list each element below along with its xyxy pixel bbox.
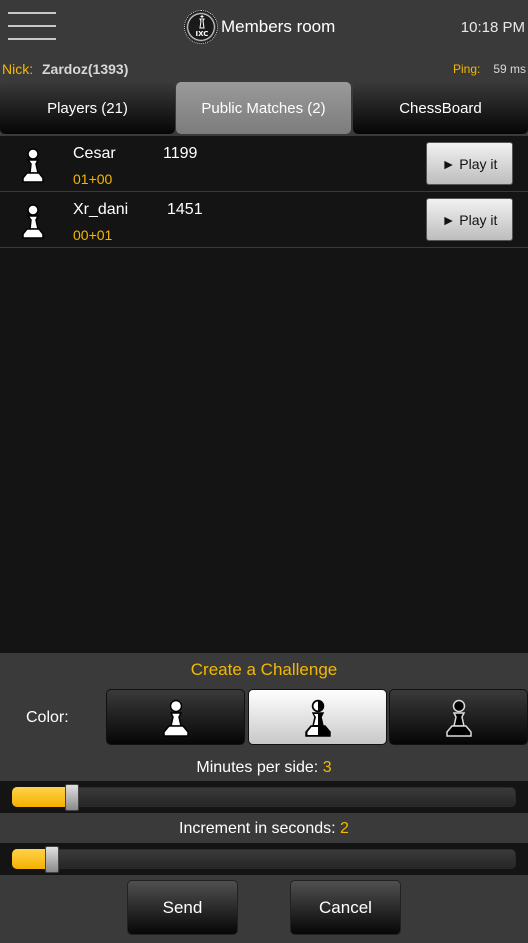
pawn-icon <box>22 204 44 239</box>
tab-chessboard[interactable]: ChessBoard <box>353 82 528 134</box>
list-item: Xr_dani 1451 00+01 ► Play it <box>0 192 528 248</box>
challenge-title: Create a Challenge <box>190 660 338 679</box>
app-header: IXC Members room 10:18 PM <box>0 0 528 56</box>
tab-public-matches[interactable]: Public Matches (2) <box>176 82 351 134</box>
white-pawn-icon <box>163 699 189 737</box>
color-black-button[interactable] <box>389 689 528 745</box>
minutes-label: Minutes per side: <box>196 759 319 776</box>
minutes-value: 3 <box>322 759 332 776</box>
increment-label: Increment in seconds: <box>179 820 336 837</box>
minutes-slider-track <box>12 787 516 807</box>
pawn-icon <box>22 148 44 183</box>
increment-slider[interactable] <box>0 843 528 875</box>
color-white-button[interactable] <box>106 689 245 745</box>
club-logo-icon: IXC <box>184 10 218 44</box>
list-item: Cesar 1199 01+00 ► Play it <box>0 136 528 192</box>
public-matches-list: Cesar 1199 01+00 ► Play it Xr_dani 1451 … <box>0 136 528 653</box>
logo-text: IXC <box>195 30 209 38</box>
ping-value: 59 ms <box>493 62 526 76</box>
random-pawn-icon <box>305 699 331 737</box>
increment-slider-track <box>12 849 516 869</box>
play-it-button[interactable]: ► Play it <box>426 198 513 241</box>
logo-king-icon <box>199 15 205 29</box>
color-random-button[interactable] <box>248 689 387 745</box>
tab-players[interactable]: Players (21) <box>0 82 175 134</box>
minutes-label-row: Minutes per side: 3 <box>0 759 528 777</box>
opponent-rating: 1451 <box>167 201 203 218</box>
nick-value: Zardoz(1393) <box>42 61 129 77</box>
increment-label-row: Increment in seconds: 2 <box>0 820 528 838</box>
status-bar: Nick: Zardoz(1393) Ping: 59 ms <box>0 56 528 80</box>
nick-label: Nick: <box>2 61 34 77</box>
ping-label: Ping: <box>453 62 481 76</box>
increment-value: 2 <box>340 820 349 837</box>
time-control: 01+00 <box>73 171 113 187</box>
black-pawn-icon <box>446 699 472 737</box>
increment-slider-thumb[interactable] <box>45 846 60 873</box>
page-title: Members room <box>221 17 336 36</box>
time-control: 00+01 <box>73 227 113 243</box>
play-it-button[interactable]: ► Play it <box>426 142 513 185</box>
opponent-name: Xr_dani <box>73 201 129 218</box>
send-button[interactable]: Send <box>127 880 238 935</box>
opponent-name: Cesar <box>73 145 116 162</box>
cancel-button[interactable]: Cancel <box>290 880 401 935</box>
hamburger-menu-icon[interactable] <box>8 12 56 40</box>
opponent-rating: 1199 <box>163 145 198 162</box>
minutes-slider-thumb[interactable] <box>65 784 80 811</box>
create-challenge-panel: Create a Challenge Color: Minutes per si… <box>0 653 528 943</box>
color-label: Color: <box>26 709 69 726</box>
status-clock: 10:18 PM <box>460 19 525 36</box>
minutes-slider[interactable] <box>0 781 528 813</box>
tab-bar: Players (21) Public Matches (2) ChessBoa… <box>0 80 528 136</box>
minutes-slider-fill <box>12 787 73 807</box>
